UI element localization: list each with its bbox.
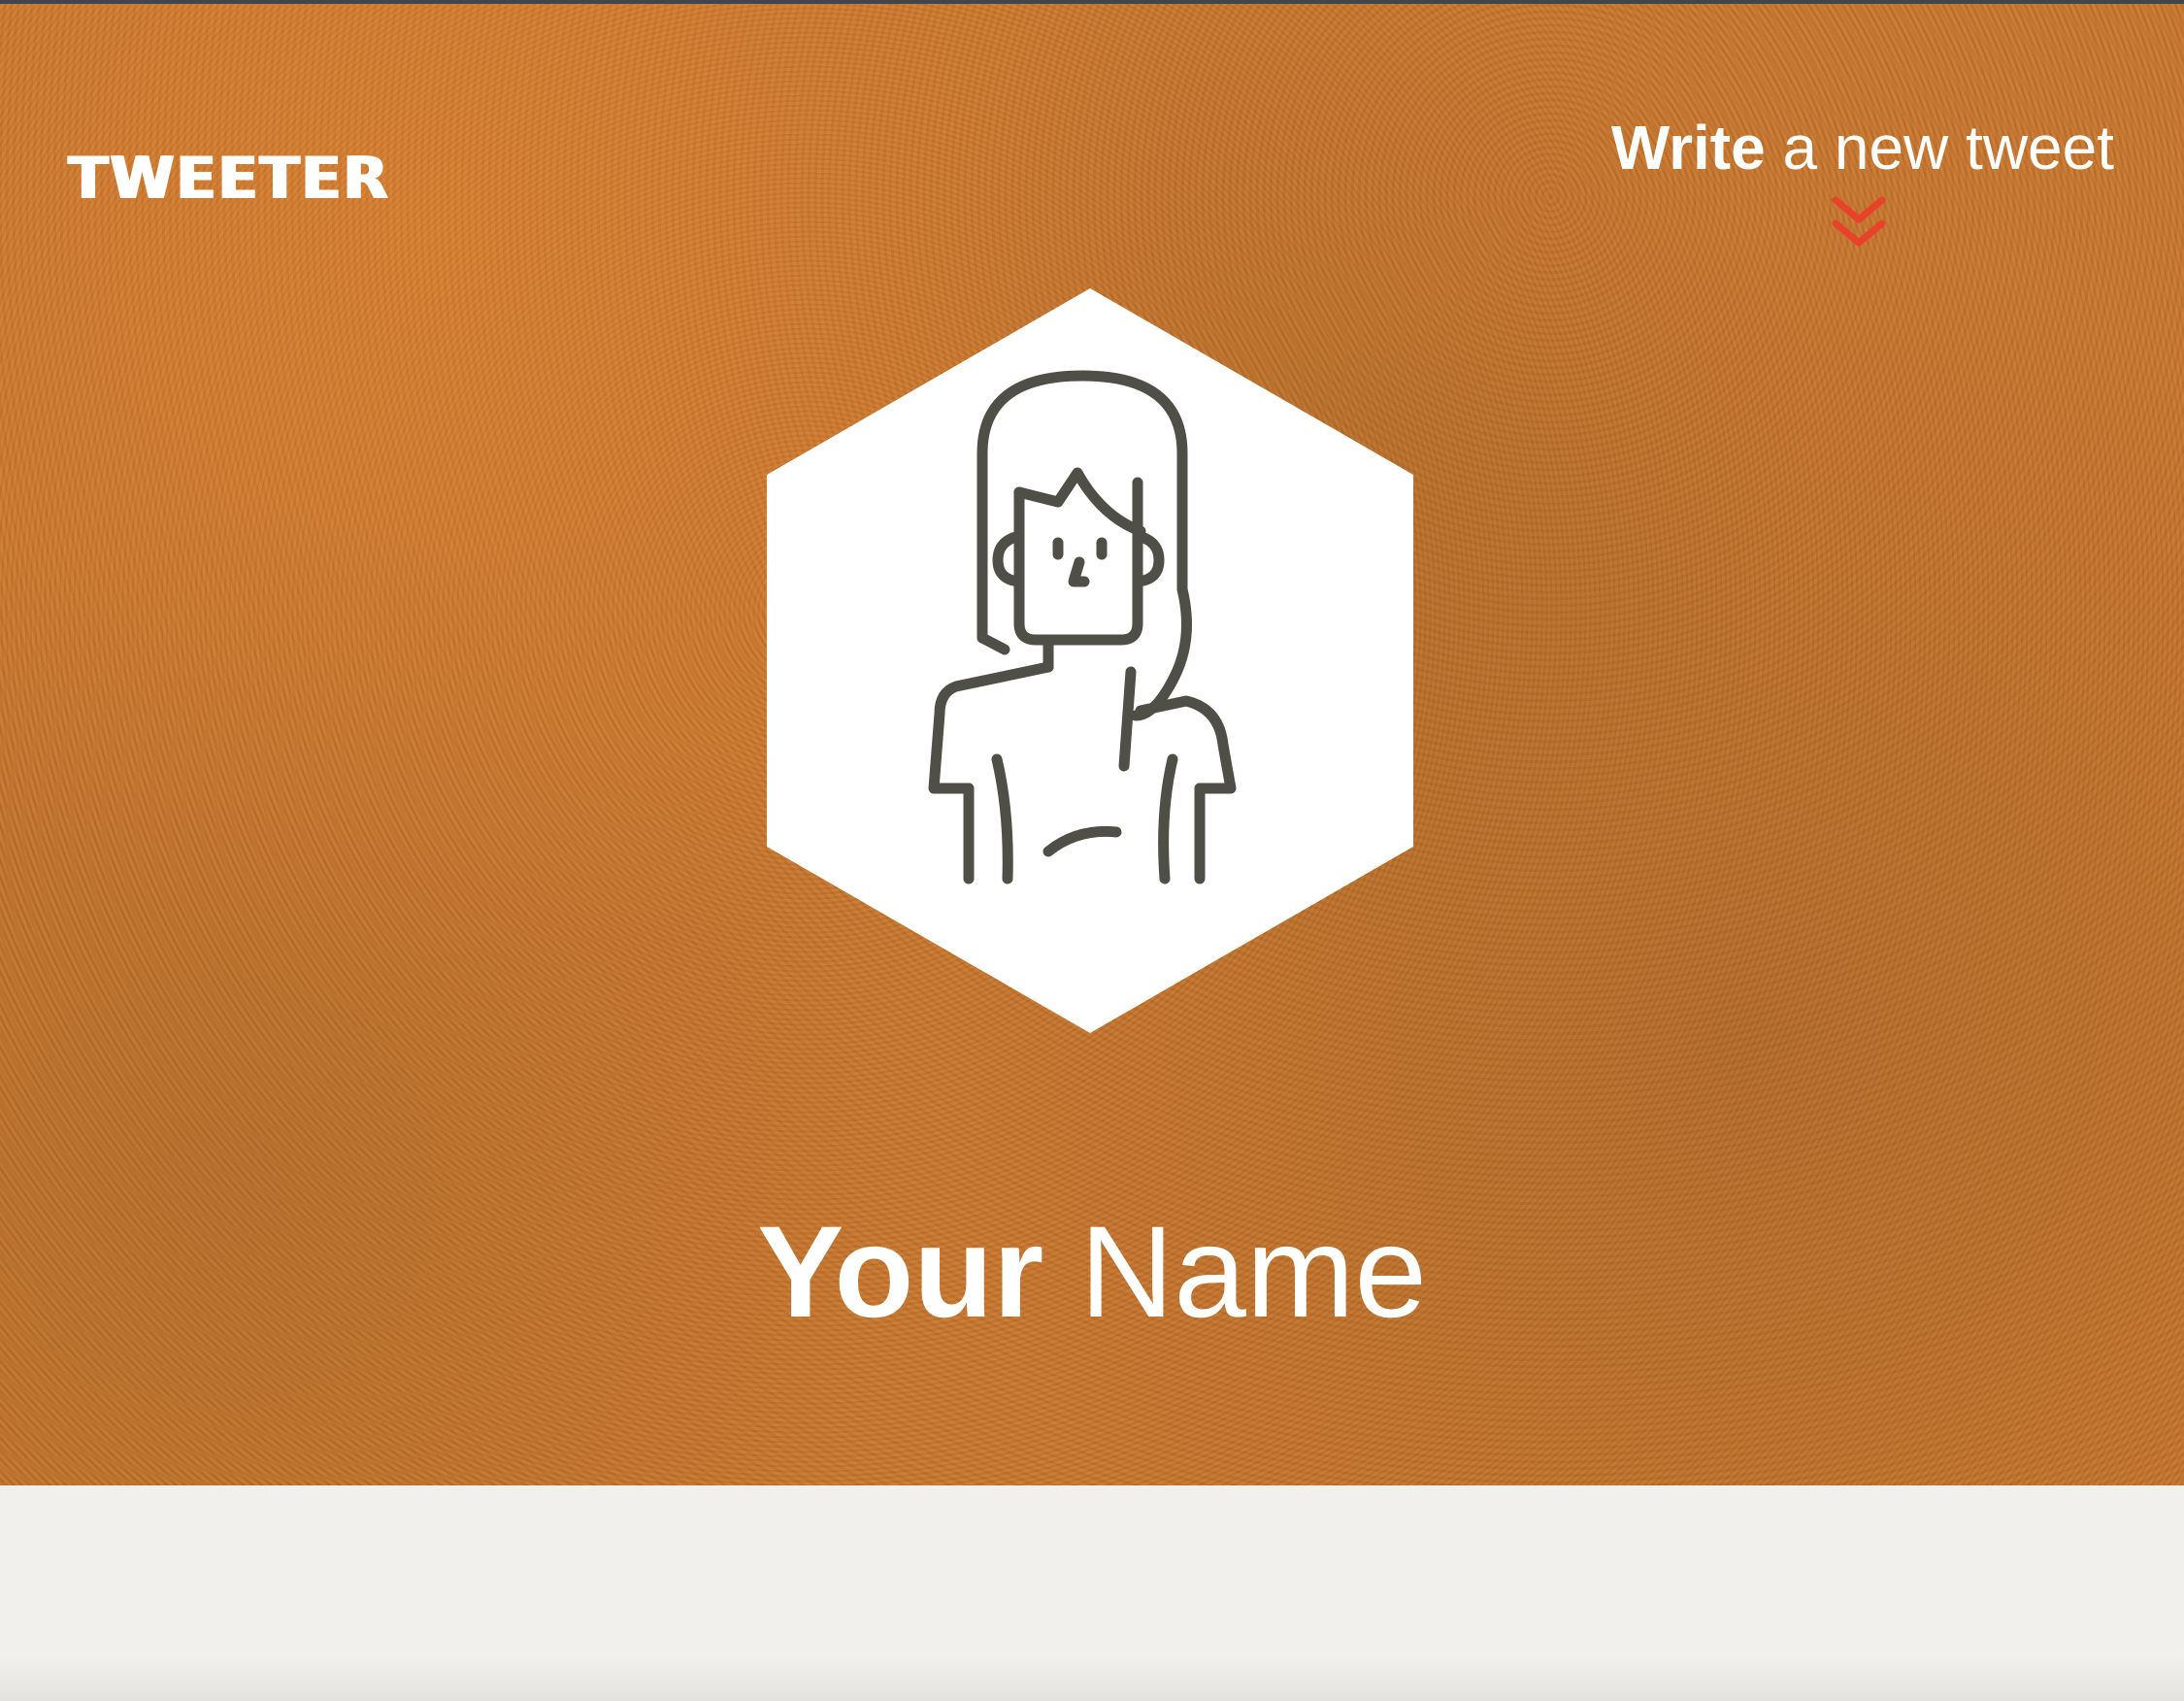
profile-hero: TWEETER Write a new tweet Your Name [0, 4, 2184, 1485]
content-area [0, 1485, 2184, 1701]
profile-name: Your Name [0, 1208, 2184, 1338]
page: TWEETER Write a new tweet Your Name [0, 0, 2184, 1701]
double-chevron-down-icon[interactable] [1830, 194, 1888, 252]
write-link-rest: a new tweet [1765, 113, 2114, 183]
brand-logo[interactable]: TWEETER [68, 150, 389, 208]
write-new-tweet-link[interactable]: Write a new tweet [1611, 117, 2114, 179]
write-link-strong: Write [1610, 113, 1766, 183]
profile-name-strong: Your [757, 1200, 1044, 1345]
profile-name-rest: Name [1043, 1200, 1427, 1345]
avatar-hexagon [767, 288, 1413, 1033]
